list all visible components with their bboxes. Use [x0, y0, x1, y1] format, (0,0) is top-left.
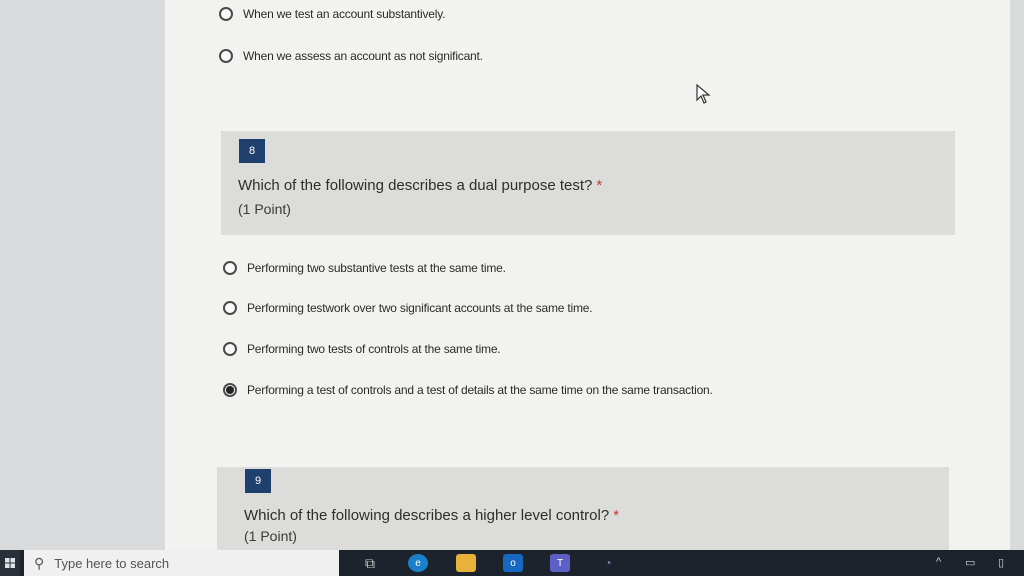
- question-8-header: 8 Which of the following describes a dua…: [221, 131, 955, 235]
- option-q7-2[interactable]: When we assess an account as not signifi…: [219, 49, 483, 63]
- teams-icon[interactable]: T: [550, 554, 570, 572]
- question-number-badge: 8: [239, 139, 265, 163]
- required-mark: *: [596, 177, 603, 194]
- option-label: When we assess an account as not signifi…: [243, 49, 483, 63]
- windows-logo-icon: [5, 558, 15, 568]
- question-points: (1 Point): [238, 201, 291, 217]
- network-icon[interactable]: ▭: [965, 556, 975, 569]
- notifications-icon[interactable]: ▯: [998, 556, 1004, 569]
- option-q7-1[interactable]: When we test an account substantively.: [219, 7, 445, 21]
- option-label: Performing a test of controls and a test…: [247, 383, 713, 397]
- option-label: Performing two substantive tests at the …: [247, 261, 506, 275]
- option-label: Performing two tests of controls at the …: [247, 342, 501, 356]
- question-title-text: Which of the following describes a dual …: [238, 177, 593, 194]
- radio-button[interactable]: [223, 301, 237, 315]
- form-page: When we test an account substantively. W…: [165, 0, 1010, 557]
- question-title: Which of the following describes a highe…: [244, 507, 619, 524]
- question-9-header: 9 Which of the following describes a hig…: [217, 467, 949, 557]
- radio-button-selected[interactable]: [223, 383, 237, 397]
- option-q8-3[interactable]: Performing two tests of controls at the …: [223, 342, 501, 356]
- edge-icon[interactable]: e: [408, 554, 428, 572]
- option-label: Performing testwork over two significant…: [247, 301, 593, 315]
- question-title: Which of the following describes a dual …: [238, 177, 602, 194]
- option-q8-1[interactable]: Performing two substantive tests at the …: [223, 261, 506, 275]
- radio-button[interactable]: [219, 7, 233, 21]
- required-mark: *: [613, 507, 620, 524]
- question-title-text: Which of the following describes a highe…: [244, 507, 610, 524]
- outlook-icon[interactable]: o: [503, 554, 523, 572]
- app-icon[interactable]: ◔: [598, 554, 618, 572]
- file-explorer-icon[interactable]: [456, 554, 476, 572]
- search-icon: ⚲: [34, 554, 45, 571]
- start-button[interactable]: [0, 550, 20, 576]
- search-placeholder: Type here to search: [54, 555, 170, 571]
- task-view-icon[interactable]: ⧉: [360, 554, 380, 572]
- taskbar: ⚲ Type here to search ⧉ e o T ◔ ^ ▭ ▯: [0, 550, 1024, 576]
- question-number-badge: 9: [245, 469, 271, 493]
- option-label: When we test an account substantively.: [243, 7, 446, 21]
- radio-button[interactable]: [219, 49, 233, 63]
- question-points: (1 Point): [244, 528, 297, 544]
- chevron-up-icon[interactable]: ^: [936, 556, 941, 568]
- option-q8-2[interactable]: Performing testwork over two significant…: [223, 301, 593, 315]
- radio-button[interactable]: [223, 342, 237, 356]
- taskbar-search[interactable]: ⚲ Type here to search: [24, 550, 339, 576]
- mouse-cursor-icon: [696, 84, 711, 104]
- option-q8-4[interactable]: Performing a test of controls and a test…: [223, 383, 713, 397]
- radio-button[interactable]: [223, 261, 237, 275]
